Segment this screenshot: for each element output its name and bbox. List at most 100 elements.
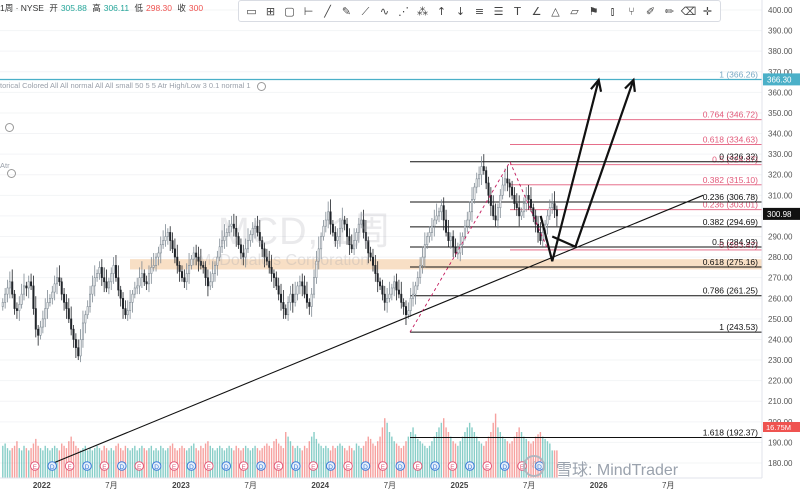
lines-icon[interactable]: ☰ (490, 3, 507, 20)
highlighter-icon[interactable]: ✏ (661, 3, 678, 20)
volume-bar (117, 443, 120, 478)
volume-bar (20, 450, 23, 478)
candle-body (166, 232, 169, 237)
dividend-marker-label: D (433, 464, 438, 471)
candle-body (287, 302, 290, 316)
y-tick-label: 240.00 (768, 335, 793, 344)
ruler-icon[interactable]: ⊢ (300, 3, 317, 20)
candle-body (188, 265, 191, 274)
arrow-down-icon[interactable]: ↓ (452, 3, 469, 20)
volume-bar (285, 432, 287, 478)
pattern-icon[interactable]: ⋰ (395, 3, 412, 20)
visibility-eye-icon[interactable] (256, 81, 266, 91)
volume-bar (511, 441, 513, 478)
fib-retracement-label: 0.618 (275.16) (703, 257, 758, 267)
flag-icon[interactable]: ⚑ (585, 3, 602, 20)
candle-body (110, 273, 113, 283)
volume-bar (365, 441, 367, 478)
volume-bar (91, 450, 94, 478)
fork-icon[interactable]: ⑂ (623, 3, 640, 20)
candle-body (34, 308, 37, 330)
brush-icon[interactable]: ✐ (642, 3, 659, 20)
volume-bar (480, 443, 483, 478)
pencil-icon[interactable]: ✎ (338, 3, 355, 20)
earnings-marker-label: E (450, 464, 455, 471)
arrow-up-icon[interactable]: ↑ (433, 3, 450, 20)
plus-icon[interactable]: ✛ (699, 3, 716, 20)
candle-body (27, 281, 30, 289)
candle-body (126, 310, 129, 316)
volume-bar (303, 445, 306, 478)
candle-body (284, 308, 287, 316)
fib-retracement-label: 0.382 (294.69) (703, 217, 758, 227)
volume-bar (200, 445, 202, 478)
volume-bar (391, 436, 393, 478)
candle-body (60, 281, 63, 295)
dividend-marker-label: D (259, 464, 264, 471)
price-chart[interactable]: 1 (366.26) 0.764 (346.72) 0.618 (334.63) 0.… (0, 0, 800, 492)
volume-bar (457, 445, 459, 478)
candle-body (310, 293, 313, 307)
text-icon[interactable]: T (509, 3, 526, 20)
visibility-eye-icon[interactable] (7, 169, 16, 178)
trendline-icon[interactable]: ╱ (319, 3, 336, 20)
curve-icon[interactable]: ∿ (376, 3, 393, 20)
eraser-icon[interactable]: ⌫ (680, 3, 697, 20)
volume-bar (386, 422, 388, 478)
candle-body (114, 265, 117, 278)
volume-bar (492, 422, 494, 478)
y-tick-label: 350.00 (768, 109, 793, 118)
y-tick-label: 220.00 (768, 377, 793, 386)
volume-bar (431, 441, 433, 478)
candle-body (15, 308, 18, 311)
candle-body (482, 166, 485, 171)
volume-bar (23, 445, 25, 478)
candle-body (122, 297, 125, 309)
candle-body (159, 244, 162, 254)
candle-body (471, 199, 474, 213)
candle-body (388, 293, 391, 299)
volume-bar (252, 448, 254, 478)
y-tick-label: 260.00 (768, 294, 793, 303)
projection-path (539, 79, 600, 262)
select-rect-icon[interactable]: ▭ (243, 3, 260, 20)
volume-bar (16, 441, 18, 478)
fib-icon[interactable]: ≡ (471, 3, 488, 20)
candle-body (56, 277, 59, 285)
candle-body (48, 297, 51, 303)
dividend-marker-label: D (293, 464, 298, 471)
volume-bar (115, 445, 117, 478)
volume-bar (287, 436, 289, 478)
fib-extension-label: 1 (366.26) (719, 69, 758, 79)
triangle-icon[interactable]: △ (547, 3, 564, 20)
fib-retracement-label: 0.236 (306.78) (703, 192, 758, 202)
candle-body (518, 207, 521, 217)
callout-icon[interactable]: ▱ (566, 3, 583, 20)
chart-header: 1周 · NYSE 开 305.88 高 306.11 低 298.30 收 300 (0, 2, 206, 16)
y-tick-label: 320.00 (768, 171, 793, 180)
candle-body (190, 258, 193, 266)
volume-bar (409, 432, 412, 478)
volume-bar (58, 450, 61, 478)
volume-bar (197, 450, 200, 478)
volume-bar (301, 450, 303, 478)
candle-body (421, 256, 424, 266)
crosshair-box-icon[interactable]: ⊞ (262, 3, 279, 20)
volume-bar (388, 432, 391, 478)
candle-body (404, 306, 407, 316)
y-tick-label: 400.00 (768, 6, 793, 15)
volume-bar (263, 445, 266, 478)
volume-bar (499, 432, 502, 478)
candle-body (72, 328, 75, 340)
candle-body (485, 170, 488, 184)
price-axis: 400.00390.00380.00370.00360.00350.00340.… (761, 0, 800, 492)
candles-icon[interactable]: ⫾ (604, 3, 621, 20)
node-icon[interactable]: ⁂ (414, 3, 431, 20)
candle-body (487, 182, 490, 196)
visibility-eye-icon[interactable] (5, 123, 14, 132)
path-icon[interactable]: ⟋ (357, 3, 374, 20)
angle-icon[interactable]: ∠ (528, 3, 545, 20)
candle-body (140, 273, 143, 278)
candle-body (522, 203, 525, 213)
frame-icon[interactable]: ▢ (281, 3, 298, 20)
